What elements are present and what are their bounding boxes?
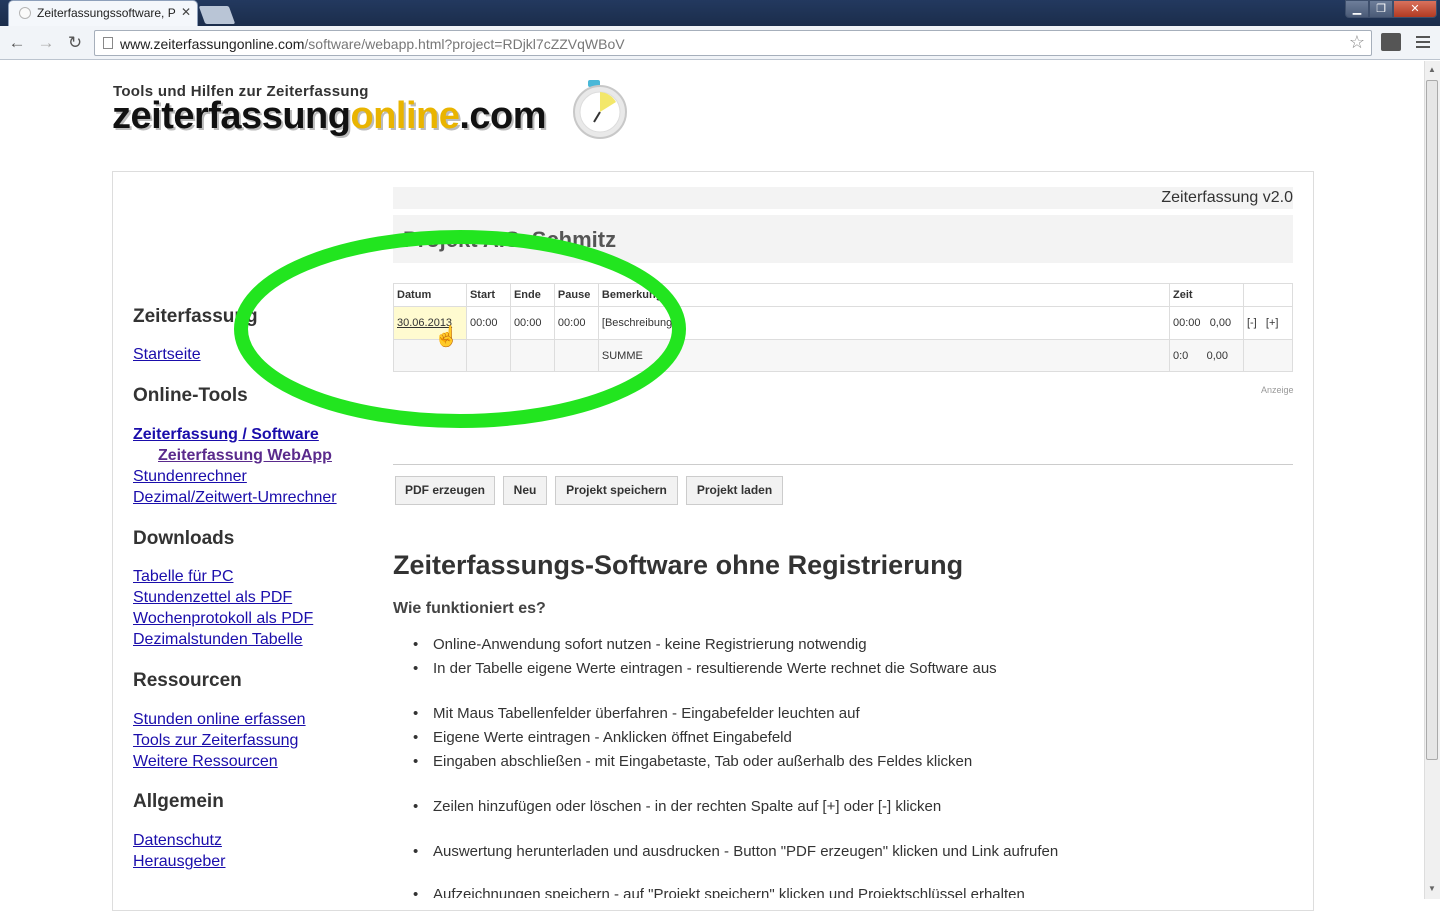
col-header-ende: Ende [509,283,555,307]
browser-tab[interactable]: Zeiterfassungssoftware, P ✕ [8,0,198,26]
sidebar-heading-online-tools: Online-Tools [133,385,248,406]
article-heading: Zeiterfassungs-Software ohne Registrieru… [393,550,964,580]
extension-icon[interactable] [1381,33,1401,51]
ad-label: Anzeige [1261,385,1294,395]
stopwatch-logo-icon [573,80,627,139]
list-item: Zeilen hinzufügen oder löschen - in der … [413,798,941,815]
new-tab-button[interactable] [198,6,236,24]
list-item: Eigene Werte eintragen - Anklicken öffne… [413,729,792,746]
restore-icon[interactable]: ❐ [1369,0,1393,18]
list-item: Aufzeichnungen speichern - auf "Projekt … [413,886,1025,898]
page-icon [103,37,113,49]
minimize-icon[interactable]: ▁ [1345,0,1369,18]
cell-ende[interactable]: 00:00 [509,306,555,340]
sidebar-heading-allgemein: Allgemein [133,791,224,812]
window-close-icon[interactable]: ✕ [1393,0,1437,18]
scroll-up-icon[interactable]: ▲ [1426,63,1438,77]
sidebar-link-weitere-ressourcen[interactable]: Weitere Ressourcen [133,753,278,771]
address-bar[interactable]: www.zeiterfassungonline.com/software/web… [94,30,1372,56]
col-header-bemerkung: Bemerkung [597,283,1170,307]
sidebar-link-zeiterfassung-software[interactable]: Zeiterfassung / Software [133,426,319,444]
sidebar-link-zeiterfassung-webapp[interactable]: Zeiterfassung WebApp [158,447,332,465]
article-subheading: Wie funktioniert es? [393,600,546,617]
time-table: Datum Start Ende Pause Bemerkung Zeit 30… [393,283,1294,372]
sidebar-link-stundenzettel-pdf[interactable]: Stundenzettel als PDF [133,589,292,607]
projekt-laden-button[interactable]: Projekt laden [686,476,783,505]
sidebar-link-datenschutz[interactable]: Datenschutz [133,832,222,850]
add-row-button[interactable]: [+] [1266,317,1279,329]
app-version: Zeiterfassung v2.0 [1161,189,1293,206]
tab-close-icon[interactable]: ✕ [181,5,191,19]
col-header-datum: Datum [393,283,467,307]
scroll-down-icon[interactable]: ▼ [1426,882,1438,896]
scroll-thumb[interactable] [1426,80,1438,760]
site-logo[interactable]: zeiterfassungonline.com [112,95,547,138]
neu-button[interactable]: Neu [503,476,547,505]
divider [393,464,1293,465]
remove-row-button[interactable]: [-] [1247,317,1257,329]
list-item: Eingaben abschließen - mit Eingabetaste,… [413,753,972,770]
back-arrow-icon[interactable]: ← [7,33,27,53]
col-header-actions [1242,283,1294,307]
table-header-row: Datum Start Ende Pause Bemerkung Zeit [393,283,1294,307]
sidebar-link-tools-zeiterfassung[interactable]: Tools zur Zeiterfassung [133,732,298,750]
stopwatch-favicon-icon [19,7,31,19]
cell-bemerkung[interactable]: [Beschreibung] [597,306,1170,340]
projekt-speichern-button[interactable]: Projekt speichern [555,476,678,505]
pdf-erzeugen-button[interactable]: PDF erzeugen [395,476,495,505]
sidebar-link-wochenprotokoll-pdf[interactable]: Wochenprotokoll als PDF [133,610,313,628]
sum-zeit: 0:0 0,00 [1168,339,1244,372]
cell-row-actions: [-] [+] [1242,306,1294,340]
version-bar [393,187,1293,209]
project-title[interactable]: Projekt A.S. Schmitz [403,227,616,253]
col-header-zeit: Zeit [1168,283,1244,307]
sidebar-link-dezimal-umrechner[interactable]: Dezimal/Zeitwert-Umrechner [133,489,337,507]
bookmark-star-icon[interactable]: ☆ [1349,32,1365,53]
sidebar-heading-ressourcen: Ressourcen [133,670,242,691]
table-row: 30.06.2013 00:00 00:00 00:00 [Beschreibu… [393,306,1294,340]
cell-pause[interactable]: 00:00 [553,306,599,340]
url-text: www.zeiterfassungonline.com/software/web… [120,36,625,52]
cell-zeit: 00:00 0,00 [1168,306,1244,340]
sidebar-link-dezimalstunden-tabelle[interactable]: Dezimalstunden Tabelle [133,631,303,649]
tab-title: Zeiterfassungssoftware, P [37,6,176,20]
forward-arrow-icon[interactable]: → [36,33,56,53]
list-item: Mit Maus Tabellenfelder überfahren - Ein… [413,705,860,722]
list-item: In der Tabelle eigene Werte eintragen - … [413,660,997,677]
reload-icon[interactable]: ↻ [65,33,85,53]
sidebar-link-tabelle-pc[interactable]: Tabelle für PC [133,568,234,586]
sidebar-link-startseite[interactable]: Startseite [133,346,201,364]
sidebar-heading-downloads: Downloads [133,528,235,549]
list-item: Auswertung herunterladen und ausdrucken … [413,843,1058,860]
table-sum-row: SUMME 0:0 0,00 [393,339,1294,372]
sidebar-heading-zeiterfassung: Zeiterfassung [133,306,258,327]
col-header-pause: Pause [553,283,599,307]
menu-icon[interactable] [1416,33,1430,51]
sum-label: SUMME [597,339,1170,372]
list-item: Online-Anwendung sofort nutzen - keine R… [413,636,867,653]
sidebar-link-stundenrechner[interactable]: Stundenrechner [133,468,247,486]
col-header-start: Start [465,283,511,307]
cell-start[interactable]: 00:00 [465,306,511,340]
sidebar-link-herausgeber[interactable]: Herausgeber [133,853,226,871]
sidebar-link-stunden-online[interactable]: Stunden online erfassen [133,711,306,729]
hand-cursor-icon: ☝ [434,326,459,348]
